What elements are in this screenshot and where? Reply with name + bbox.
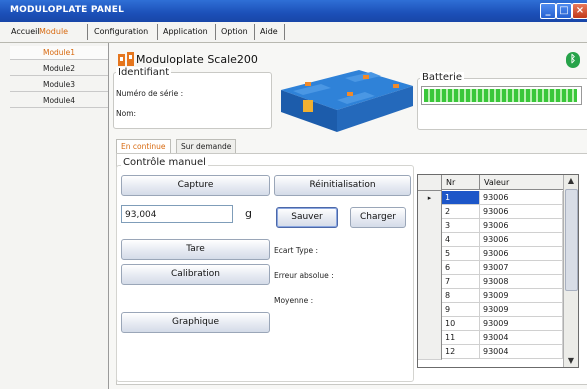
row-header[interactable] <box>418 275 442 290</box>
maximize-icon: □ <box>559 5 569 16</box>
load-button[interactable]: Charger <box>350 207 406 228</box>
column-header-valeur[interactable]: Valeur <box>480 175 563 190</box>
row-header[interactable] <box>418 303 442 318</box>
table-cell-nr[interactable]: 2 <box>442 205 480 219</box>
manual-control-title: Contrôle manuel <box>121 157 208 168</box>
menu-separator <box>254 24 255 40</box>
close-icon: × <box>575 5 585 16</box>
table-cell-nr[interactable]: 5 <box>442 247 480 261</box>
absolute-error-label: Erreur absolue : <box>274 271 334 280</box>
row-header[interactable] <box>418 331 442 346</box>
menu-separator <box>215 24 216 40</box>
sidebar-item-module2[interactable]: Module2 <box>10 62 108 76</box>
table-cell-nr[interactable]: 8 <box>442 289 480 303</box>
scroll-up-icon[interactable]: ▲ <box>564 175 578 187</box>
table-cell-valeur[interactable]: 93006 <box>480 205 563 219</box>
tare-button[interactable]: Tare <box>121 239 270 260</box>
table-cell-valeur[interactable]: 93009 <box>480 289 563 303</box>
table-cell-nr[interactable]: 7 <box>442 275 480 289</box>
scale-device-image <box>281 70 413 132</box>
row-header[interactable] <box>418 219 442 234</box>
save-button[interactable]: Sauver <box>276 207 338 228</box>
menu-configuration[interactable]: Configuration <box>91 25 151 39</box>
row-header[interactable] <box>418 247 442 262</box>
row-header[interactable] <box>418 289 442 304</box>
table-cell-valeur[interactable]: 93009 <box>480 317 563 331</box>
table-cell-valeur[interactable]: 93006 <box>480 219 563 233</box>
capture-button[interactable]: Capture <box>121 175 270 196</box>
device-title: Moduloplate Scale200 <box>136 53 258 66</box>
menu-application[interactable]: Application <box>160 25 211 39</box>
app-window: MODULOPLATE PANEL _ □ × Accueil Module C… <box>0 0 587 389</box>
menu-separator <box>157 24 158 40</box>
table-cell-valeur[interactable]: 93006 <box>480 191 563 205</box>
row-header[interactable] <box>418 345 442 360</box>
table-cell-nr[interactable]: 9 <box>442 303 480 317</box>
maximize-button[interactable]: □ <box>556 3 572 19</box>
table-scrollbar[interactable]: ▲ ▼ <box>563 175 578 367</box>
row-header[interactable] <box>418 233 442 248</box>
module-sidebar: Module1 Module2 Module3 Module4 <box>0 43 109 389</box>
row-header[interactable] <box>418 205 442 220</box>
scroll-thumb[interactable] <box>565 189 578 291</box>
name-label: Nom: <box>116 109 137 118</box>
sidebar-item-module4[interactable]: Module4 <box>10 94 108 108</box>
close-button[interactable]: × <box>572 3 587 19</box>
menu-option[interactable]: Option <box>218 25 251 39</box>
row-header[interactable] <box>418 261 442 276</box>
menu-module[interactable]: Module <box>36 25 71 39</box>
table-corner <box>418 175 442 191</box>
measurements-table[interactable]: Nr Valeur ▲ ▼ ▸ 1 93006 2 93006 3 93006 4 93006 5… <box>417 174 579 368</box>
table-cell-nr[interactable]: 4 <box>442 233 480 247</box>
calibration-button[interactable]: Calibration <box>121 264 270 285</box>
table-cell-nr[interactable]: 12 <box>442 345 480 359</box>
battery-gauge <box>421 86 582 105</box>
reset-button[interactable]: Réinitialisation <box>274 175 411 196</box>
bluetooth-icon: ᛒ <box>566 52 580 68</box>
menu-aide[interactable]: Aide <box>257 25 281 39</box>
title-bar[interactable]: MODULOPLATE PANEL _ □ × <box>0 0 587 22</box>
mean-label: Moyenne : <box>274 296 314 305</box>
menu-bar: Accueil Module Configuration Application… <box>0 22 587 43</box>
moduloplate-logo-icon <box>118 52 134 66</box>
serial-label: Numéro de série : <box>116 89 184 98</box>
sidebar-item-module3[interactable]: Module3 <box>10 78 108 92</box>
menu-separator <box>87 24 88 40</box>
menu-separator <box>284 24 285 40</box>
sidebar-item-module1[interactable]: Module1 <box>10 46 108 60</box>
table-cell-nr[interactable]: 10 <box>442 317 480 331</box>
table-cell-valeur[interactable]: 93004 <box>480 331 563 345</box>
weight-unit: g <box>245 207 252 220</box>
window-title: MODULOPLATE PANEL <box>10 5 125 15</box>
minimize-button[interactable]: _ <box>540 3 556 19</box>
std-dev-label: Ecart Type : <box>274 246 319 255</box>
graph-button[interactable]: Graphique <box>121 312 270 333</box>
table-cell-nr[interactable]: 1 <box>442 191 480 205</box>
battery-level <box>424 89 577 102</box>
table-cell-nr[interactable]: 11 <box>442 331 480 345</box>
scroll-down-icon[interactable]: ▼ <box>564 355 578 367</box>
table-cell-valeur[interactable]: 93008 <box>480 275 563 289</box>
table-cell-valeur[interactable]: 93006 <box>480 247 563 261</box>
tab-sur-demande[interactable]: Sur demande <box>176 139 237 154</box>
row-header[interactable]: ▸ <box>418 191 442 206</box>
table-cell-nr[interactable]: 6 <box>442 261 480 275</box>
table-cell-valeur[interactable]: 93004 <box>480 345 563 359</box>
weight-input[interactable]: 93,004 <box>121 205 233 223</box>
identifiant-group <box>113 72 272 129</box>
table-cell-valeur[interactable]: 93009 <box>480 303 563 317</box>
table-cell-valeur[interactable]: 93006 <box>480 233 563 247</box>
identifiant-title: Identifiant <box>116 67 172 78</box>
column-header-nr[interactable]: Nr <box>442 175 480 190</box>
table-cell-nr[interactable]: 3 <box>442 219 480 233</box>
minimize-icon: _ <box>545 5 551 16</box>
table-cell-valeur[interactable]: 93007 <box>480 261 563 275</box>
row-header[interactable] <box>418 317 442 332</box>
battery-title: Batterie <box>420 72 465 83</box>
